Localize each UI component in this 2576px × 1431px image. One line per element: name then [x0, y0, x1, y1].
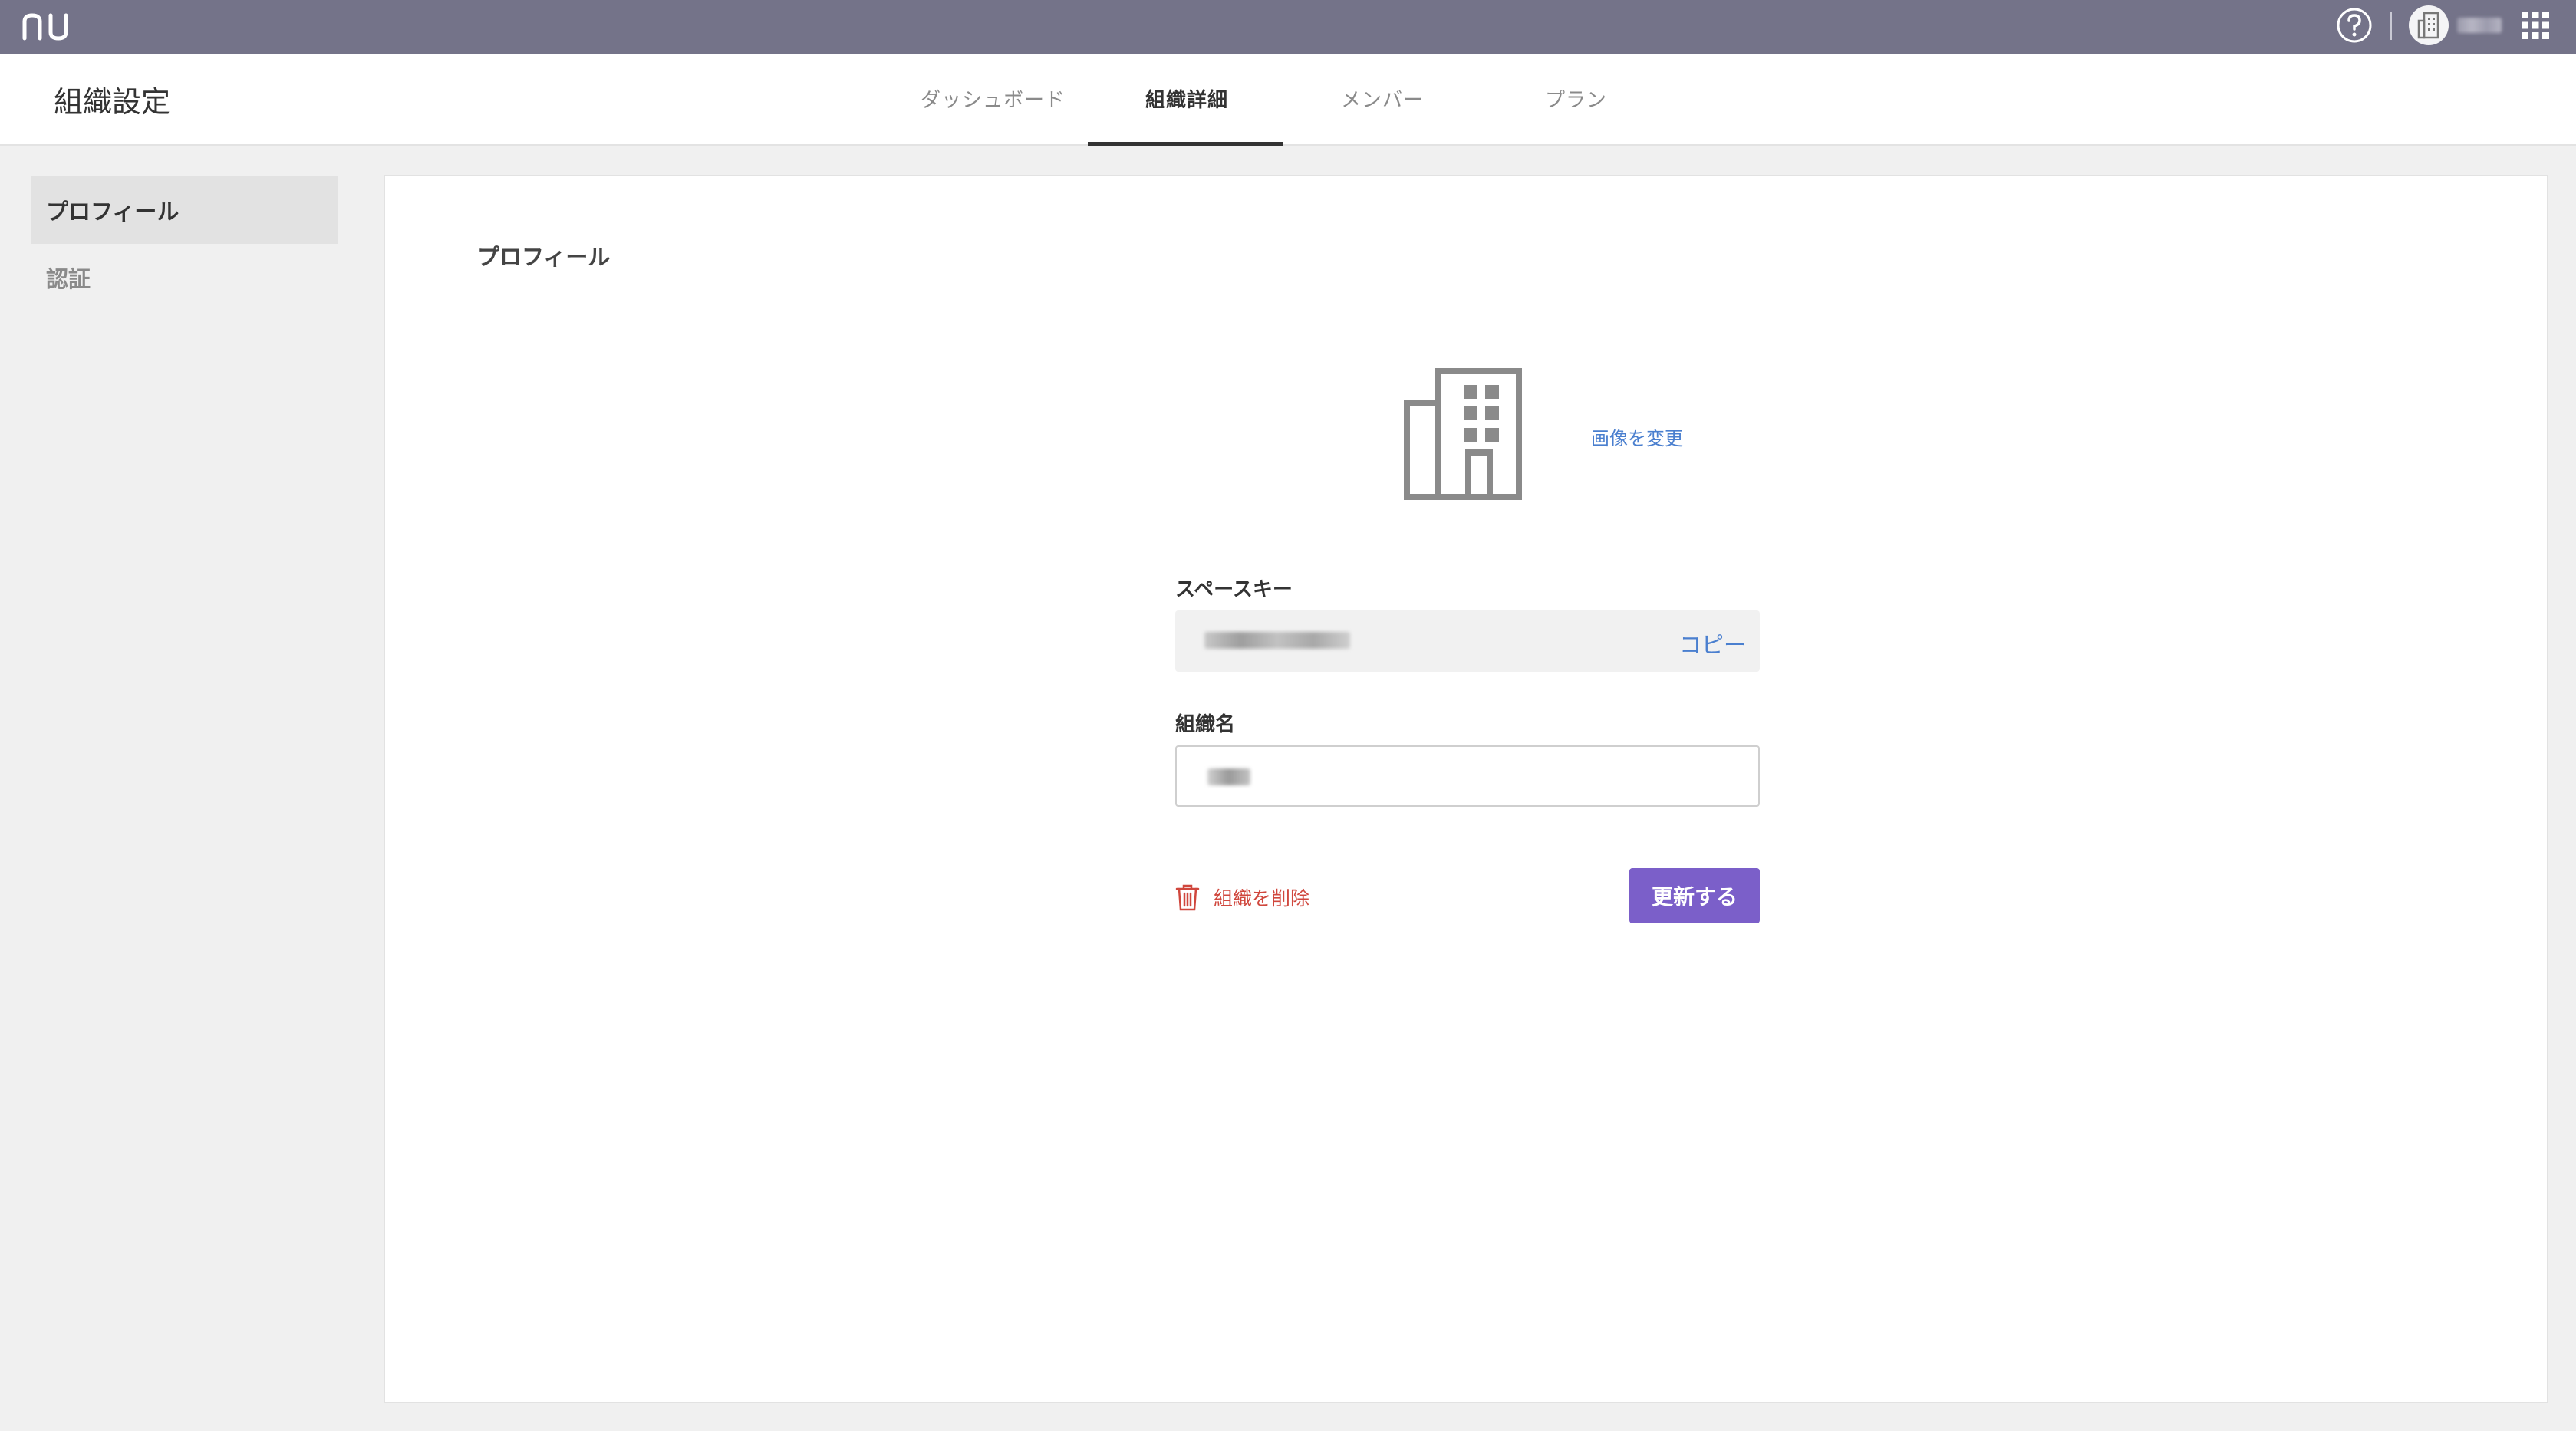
delete-org-link[interactable]: 組織を削除	[1175, 882, 1309, 913]
org-name-value	[1207, 768, 1250, 785]
sidebar-item-auth[interactable]: 認証	[31, 244, 338, 311]
org-name-input[interactable]	[1175, 745, 1760, 807]
active-tab-indicator	[1088, 142, 1283, 146]
delete-org-label: 組織を削除	[1214, 887, 1310, 910]
building-icon	[1404, 368, 1522, 500]
question-circle-icon[interactable]	[2335, 6, 2373, 44]
space-key-label: スペースキー	[1175, 578, 1293, 601]
divider	[2390, 12, 2392, 40]
org-avatar[interactable]	[2409, 5, 2449, 45]
nu-logo[interactable]	[21, 9, 75, 43]
top-bar	[0, 0, 2576, 54]
page-header: 組織設定 ダッシュボード 組織詳細 メンバー プラン	[0, 54, 2576, 146]
tab-members[interactable]: メンバー	[1341, 84, 1424, 113]
copy-button[interactable]: コピー	[1679, 627, 1746, 660]
tab-org-details[interactable]: 組織詳細	[1145, 84, 1228, 113]
change-image-link[interactable]: 画像を変更	[1591, 423, 1683, 450]
space-key-field: コピー	[1175, 610, 1760, 672]
sidebar-item-profile[interactable]: プロフィール	[31, 176, 338, 244]
section-title: プロフィール	[477, 244, 611, 270]
update-button[interactable]: 更新する	[1629, 868, 1760, 923]
building-icon	[2417, 12, 2439, 39]
tab-dashboard[interactable]: ダッシュボード	[921, 84, 1066, 113]
tab-plan[interactable]: プラン	[1545, 84, 1607, 113]
profile-panel: プロフィール 画像を変更 スペースキー コピー 組織名 組織を削除 更新する	[384, 175, 2548, 1403]
page-title: 組織設定	[54, 85, 171, 119]
org-name-label: 組織名	[1175, 713, 1236, 736]
grid-icon[interactable]	[2520, 10, 2551, 41]
username[interactable]	[2457, 18, 2502, 33]
space-key-value	[1204, 632, 1350, 649]
trash-icon	[1175, 884, 1200, 911]
